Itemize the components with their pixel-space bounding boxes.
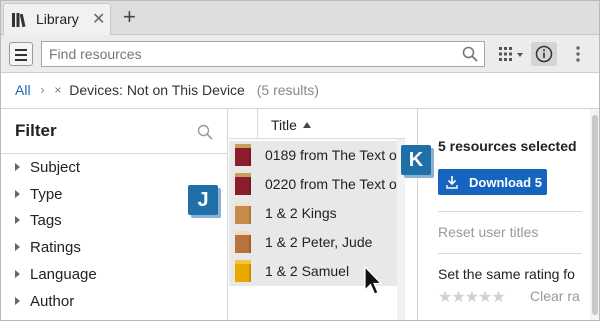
filter-title: Filter bbox=[15, 121, 57, 140]
menu-button[interactable] bbox=[9, 42, 33, 66]
result-title: 1 & 2 Samuel bbox=[265, 263, 350, 279]
callout-j: J bbox=[188, 185, 218, 215]
breadcrumb-filter: Devices: Not on This Device bbox=[69, 82, 245, 99]
facet-label: Tags bbox=[30, 212, 62, 229]
selection-summary: 5 resources selected bbox=[438, 138, 577, 154]
book-cover-icon bbox=[235, 202, 251, 224]
more-options-icon[interactable] bbox=[571, 42, 585, 66]
library-window: Library ✕ + Find resources All › × Devic… bbox=[0, 0, 600, 321]
result-row[interactable]: 1 & 2 Peter, Jude bbox=[229, 228, 397, 257]
mouse-cursor-icon bbox=[364, 266, 383, 295]
info-icon bbox=[535, 45, 553, 63]
column-divider bbox=[257, 109, 258, 139]
facet-language[interactable]: Language bbox=[15, 266, 97, 288]
facet-ratings[interactable]: Ratings bbox=[15, 239, 81, 261]
book-cover-icon bbox=[235, 173, 251, 195]
expand-caret-icon bbox=[15, 216, 20, 224]
callout-k: K bbox=[401, 145, 431, 175]
column-title: Title bbox=[271, 117, 297, 133]
remove-filter-icon[interactable]: × bbox=[54, 83, 61, 97]
breadcrumb-all[interactable]: All bbox=[15, 82, 31, 98]
divider bbox=[438, 253, 582, 254]
facet-label: Language bbox=[30, 266, 97, 283]
result-row[interactable]: 0189 from The Text o bbox=[229, 141, 397, 170]
divider bbox=[1, 153, 227, 154]
column-header: Title bbox=[229, 109, 405, 139]
download-icon bbox=[446, 176, 458, 189]
facet-type[interactable]: Type bbox=[15, 186, 63, 208]
breadcrumb-separator: › bbox=[40, 83, 45, 98]
info-panel: 5 resources selected Download 5 Reset us… bbox=[417, 109, 599, 320]
filter-search-icon[interactable] bbox=[197, 124, 213, 140]
expand-caret-icon bbox=[15, 190, 20, 198]
facet-subject[interactable]: Subject bbox=[15, 159, 80, 181]
library-books-icon bbox=[12, 13, 26, 28]
result-title: 0220 from The Text o bbox=[265, 176, 397, 192]
facet-author[interactable]: Author bbox=[15, 293, 74, 315]
search-field[interactable] bbox=[41, 41, 485, 67]
expand-caret-icon bbox=[15, 163, 20, 171]
download-button[interactable]: Download 5 bbox=[438, 169, 547, 195]
search-icon[interactable] bbox=[462, 46, 478, 62]
expand-caret-icon bbox=[15, 243, 20, 251]
facet-label: Type bbox=[30, 186, 63, 203]
toolbar bbox=[1, 35, 599, 73]
sort-ascending-icon bbox=[302, 122, 311, 128]
facet-label: Author bbox=[30, 293, 75, 310]
book-cover-icon bbox=[235, 231, 251, 253]
scrollbar-thumb[interactable] bbox=[592, 115, 598, 315]
info-scrollbar[interactable] bbox=[590, 109, 599, 320]
new-tab-icon[interactable]: + bbox=[123, 4, 136, 30]
info-button[interactable] bbox=[531, 42, 557, 66]
search-input[interactable] bbox=[42, 42, 452, 66]
facet-label: Subject bbox=[30, 159, 81, 176]
divider bbox=[438, 211, 582, 212]
result-title: 1 & 2 Peter, Jude bbox=[265, 234, 373, 250]
tab-library[interactable]: Library ✕ bbox=[3, 3, 111, 35]
facet-label: Ratings bbox=[30, 239, 81, 256]
tab-strip: Library ✕ + bbox=[1, 1, 599, 35]
result-title: 1 & 2 Kings bbox=[265, 205, 337, 221]
download-label: Download 5 bbox=[469, 175, 542, 190]
expand-caret-icon bbox=[15, 297, 20, 305]
view-options-icon[interactable] bbox=[497, 44, 527, 64]
close-tab-icon[interactable]: ✕ bbox=[92, 9, 105, 29]
rating-stars[interactable]: ★★★★★ bbox=[438, 287, 506, 307]
tab-label: Library bbox=[36, 11, 79, 27]
same-rating-label: Set the same rating fo bbox=[438, 266, 575, 282]
result-row[interactable]: 1 & 2 Kings bbox=[229, 199, 397, 228]
breadcrumb: All › × Devices: Not on This Device (5 r… bbox=[15, 81, 319, 103]
expand-caret-icon bbox=[15, 270, 20, 278]
book-cover-icon bbox=[235, 144, 251, 166]
result-title: 0189 from The Text o bbox=[265, 147, 397, 163]
book-cover-icon bbox=[235, 260, 251, 282]
clear-rating-link[interactable]: Clear ra bbox=[530, 288, 580, 304]
hamburger-icon bbox=[15, 49, 27, 51]
sort-by-title[interactable]: Title bbox=[271, 117, 311, 133]
facet-tags[interactable]: Tags bbox=[15, 212, 62, 234]
result-row[interactable]: 0220 from The Text o bbox=[229, 170, 397, 199]
filter-panel: Filter Subject Type Tags Ratings Languag… bbox=[1, 109, 228, 320]
result-count: (5 results) bbox=[256, 82, 319, 99]
reset-user-titles[interactable]: Reset user titles bbox=[438, 224, 538, 240]
